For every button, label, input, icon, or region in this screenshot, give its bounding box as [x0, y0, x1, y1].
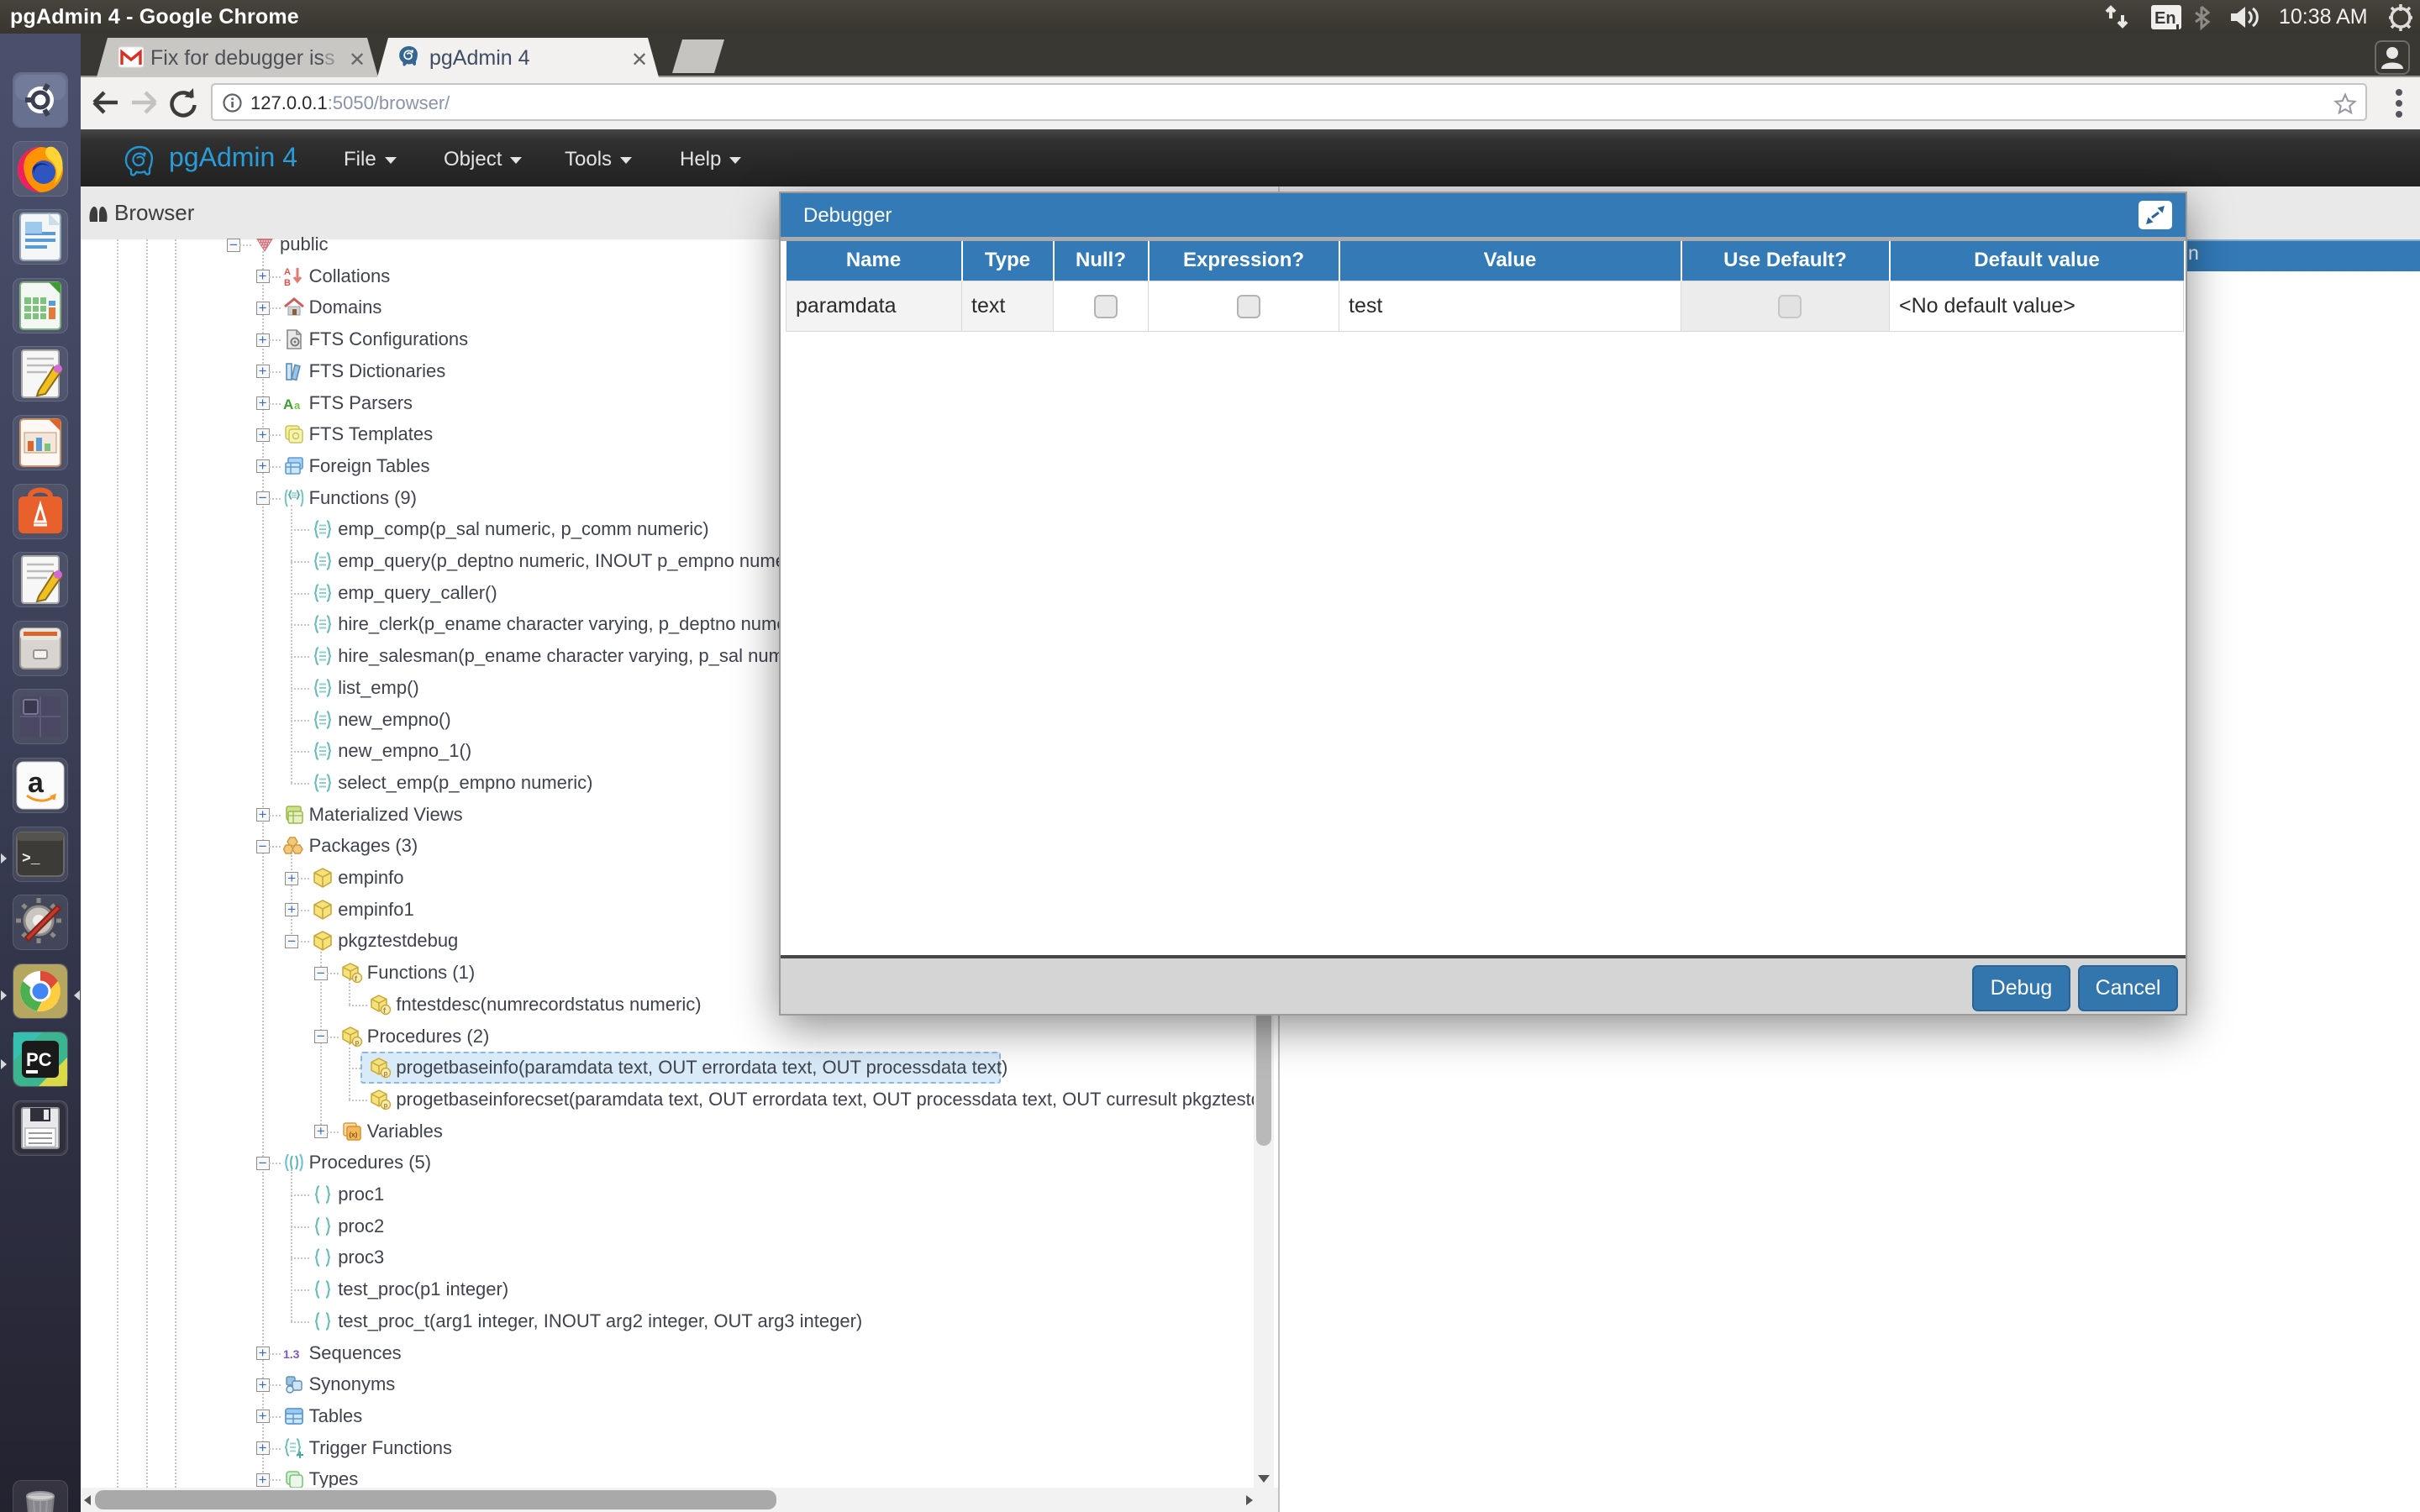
svg-text:PC: PC — [26, 1049, 52, 1070]
svg-text:a: a — [294, 399, 301, 412]
svg-text:(x): (x) — [349, 1131, 357, 1138]
svg-text:>_: >_ — [22, 851, 40, 868]
svg-text:p: p — [355, 1038, 359, 1046]
svg-text:1.3: 1.3 — [283, 1347, 300, 1361]
svg-text:B: B — [284, 278, 291, 287]
svg-text:En: En — [2154, 9, 2176, 28]
svg-text:A: A — [283, 396, 293, 412]
svg-text:A: A — [284, 267, 291, 277]
svg-text:a: a — [28, 767, 45, 799]
svg-text:p: p — [384, 1101, 388, 1109]
svg-text:10:38 AM: 10:38 AM — [2279, 5, 2368, 29]
svg-text:p: p — [384, 1070, 388, 1078]
